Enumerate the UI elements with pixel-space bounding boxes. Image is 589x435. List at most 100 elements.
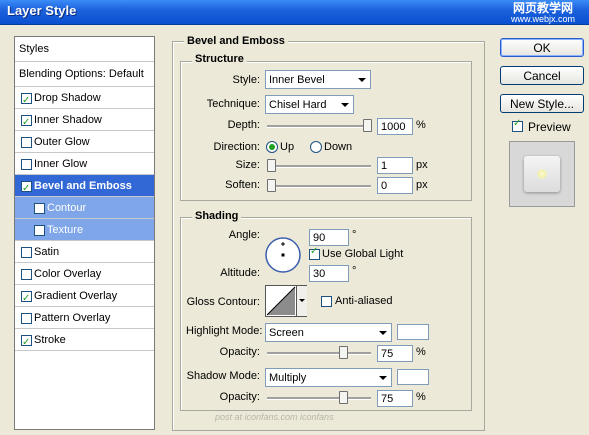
highlight-mode-dropdown[interactable]: Screen — [265, 323, 392, 342]
shadow-opacity-value: 75 — [381, 393, 394, 405]
new-style-button[interactable]: New Style... — [500, 94, 584, 113]
size-input[interactable]: 1 — [377, 157, 413, 174]
style-item-satin[interactable]: Satin — [15, 241, 154, 263]
soften-slider-thumb[interactable] — [267, 179, 276, 192]
style-checkbox-bevel-and-emboss[interactable] — [21, 178, 32, 200]
style-item-inner-glow[interactable]: Inner Glow — [15, 153, 154, 175]
style-item-outer-glow[interactable]: Outer Glow — [15, 131, 154, 153]
style-item-contour[interactable]: Contour — [15, 197, 154, 219]
style-checkbox-outer-glow[interactable] — [21, 137, 32, 148]
depth-label: Depth: — [227, 119, 260, 131]
soften-slider[interactable] — [267, 179, 371, 192]
styles-header[interactable]: Styles — [15, 37, 154, 62]
size-value: 1 — [381, 160, 388, 172]
altitude-input[interactable]: 30 — [309, 265, 349, 282]
shadow-opacity-label: Opacity: — [219, 391, 260, 403]
shadow-opacity-track — [267, 397, 371, 400]
gloss-contour-label: Gloss Contour: — [186, 296, 260, 308]
size-slider[interactable] — [267, 159, 371, 172]
style-item-drop-shadow[interactable]: Drop Shadow — [15, 87, 154, 112]
style-item-label: Outer Glow — [34, 136, 90, 148]
shadow-opacity-unit: % — [416, 391, 426, 403]
direction-down-label: Down — [324, 141, 353, 153]
shadow-opacity-input[interactable]: 75 — [377, 390, 413, 407]
highlight-opacity-thumb[interactable] — [339, 346, 348, 359]
size-slider-thumb[interactable] — [267, 159, 276, 172]
style-item-stroke[interactable]: Stroke — [15, 329, 154, 354]
soften-value: 0 — [381, 180, 388, 192]
style-item-label: Inner Shadow — [34, 114, 102, 126]
style-checkbox-stroke[interactable] — [21, 332, 32, 354]
style-item-color-overlay[interactable]: Color Overlay — [15, 263, 154, 285]
style-checkbox-inner-shadow[interactable] — [21, 112, 32, 134]
gloss-contour-dropdown[interactable] — [296, 286, 307, 316]
blending-options-label: Blending Options: Default — [19, 68, 144, 80]
preview-glow — [537, 169, 547, 179]
style-dropdown[interactable]: Inner Bevel — [265, 70, 371, 89]
title-bar[interactable]: Layer Style 网页教学网 www.webjx.com — [0, 0, 589, 25]
blending-options-item[interactable]: Blending Options: Default — [15, 62, 154, 87]
angle-input[interactable]: 90 — [309, 229, 349, 246]
highlight-opacity-track — [267, 352, 371, 355]
contour-preview-icon — [266, 286, 296, 316]
style-item-label: Stroke — [34, 334, 66, 346]
depth-value: 1000 — [381, 121, 406, 133]
use-global-light-checkbox[interactable] — [309, 246, 320, 260]
preview-label: Preview — [528, 120, 571, 134]
style-item-inner-shadow[interactable]: Inner Shadow — [15, 109, 154, 134]
shadow-opacity-slider[interactable] — [267, 391, 371, 404]
style-checkbox-pattern-overlay[interactable] — [21, 313, 32, 324]
gloss-contour-picker[interactable] — [265, 285, 307, 317]
ok-button[interactable]: OK — [500, 38, 584, 57]
style-item-label: Satin — [34, 246, 60, 258]
anti-aliased-checkbox[interactable] — [321, 296, 332, 307]
anti-aliased-label: Anti-aliased — [335, 295, 393, 307]
altitude-label: Altitude: — [220, 267, 260, 279]
style-checkbox-satin[interactable] — [21, 247, 32, 258]
style-item-label: Bevel and Emboss — [34, 180, 132, 192]
direction-down-radio[interactable] — [310, 141, 322, 153]
chevron-down-icon — [379, 331, 387, 335]
angle-dial[interactable] — [264, 236, 302, 274]
footer-credit: post at iconfans.com iconfans — [215, 412, 334, 422]
style-item-label: Color Overlay — [34, 268, 102, 280]
direction-up-radio[interactable] — [266, 141, 278, 153]
shadow-opacity-thumb[interactable] — [339, 391, 348, 404]
highlight-opacity-slider[interactable] — [267, 346, 371, 359]
highlight-color-swatch[interactable] — [397, 324, 429, 340]
depth-slider[interactable] — [267, 119, 372, 132]
shading-title: Shading — [192, 210, 242, 222]
highlight-opacity-unit: % — [416, 346, 426, 358]
preview-checkbox[interactable] — [512, 118, 523, 132]
depth-slider-thumb[interactable] — [363, 119, 372, 132]
technique-dropdown[interactable]: Chisel Hard — [265, 95, 354, 114]
window-title: Layer Style — [7, 3, 77, 18]
style-item-pattern-overlay[interactable]: Pattern Overlay — [15, 307, 154, 329]
style-checkbox-inner-glow[interactable] — [21, 159, 32, 170]
cancel-button[interactable]: Cancel — [500, 66, 584, 85]
chevron-down-icon — [299, 299, 305, 302]
style-checkbox-color-overlay[interactable] — [21, 269, 32, 280]
size-unit: px — [416, 159, 428, 171]
style-item-texture[interactable]: Texture — [15, 219, 154, 241]
style-item-label: Gradient Overlay — [34, 290, 118, 302]
style-checkbox-drop-shadow[interactable] — [21, 90, 32, 112]
style-item-gradient-overlay[interactable]: Gradient Overlay — [15, 285, 154, 310]
style-checkbox-texture[interactable] — [34, 225, 45, 236]
shadow-color-swatch[interactable] — [397, 369, 429, 385]
shadow-mode-dropdown[interactable]: Multiply — [265, 368, 392, 387]
watermark-logo: 网页教学网 www.webjx.com — [511, 2, 575, 24]
soften-input[interactable]: 0 — [377, 177, 413, 194]
highlight-mode-label: Highlight Mode: — [186, 325, 263, 337]
highlight-opacity-value: 75 — [381, 348, 394, 360]
depth-input[interactable]: 1000 — [377, 118, 413, 135]
soften-unit: px — [416, 179, 428, 191]
highlight-mode-value: Screen — [269, 327, 304, 339]
highlight-opacity-input[interactable]: 75 — [377, 345, 413, 362]
altitude-value: 30 — [313, 268, 326, 280]
style-checkbox-contour[interactable] — [34, 203, 45, 214]
size-label: Size: — [235, 159, 260, 171]
bevel-emboss-title: Bevel and Emboss — [184, 35, 288, 47]
style-checkbox-gradient-overlay[interactable] — [21, 288, 32, 310]
style-item-bevel-and-emboss[interactable]: Bevel and Emboss — [15, 175, 154, 200]
